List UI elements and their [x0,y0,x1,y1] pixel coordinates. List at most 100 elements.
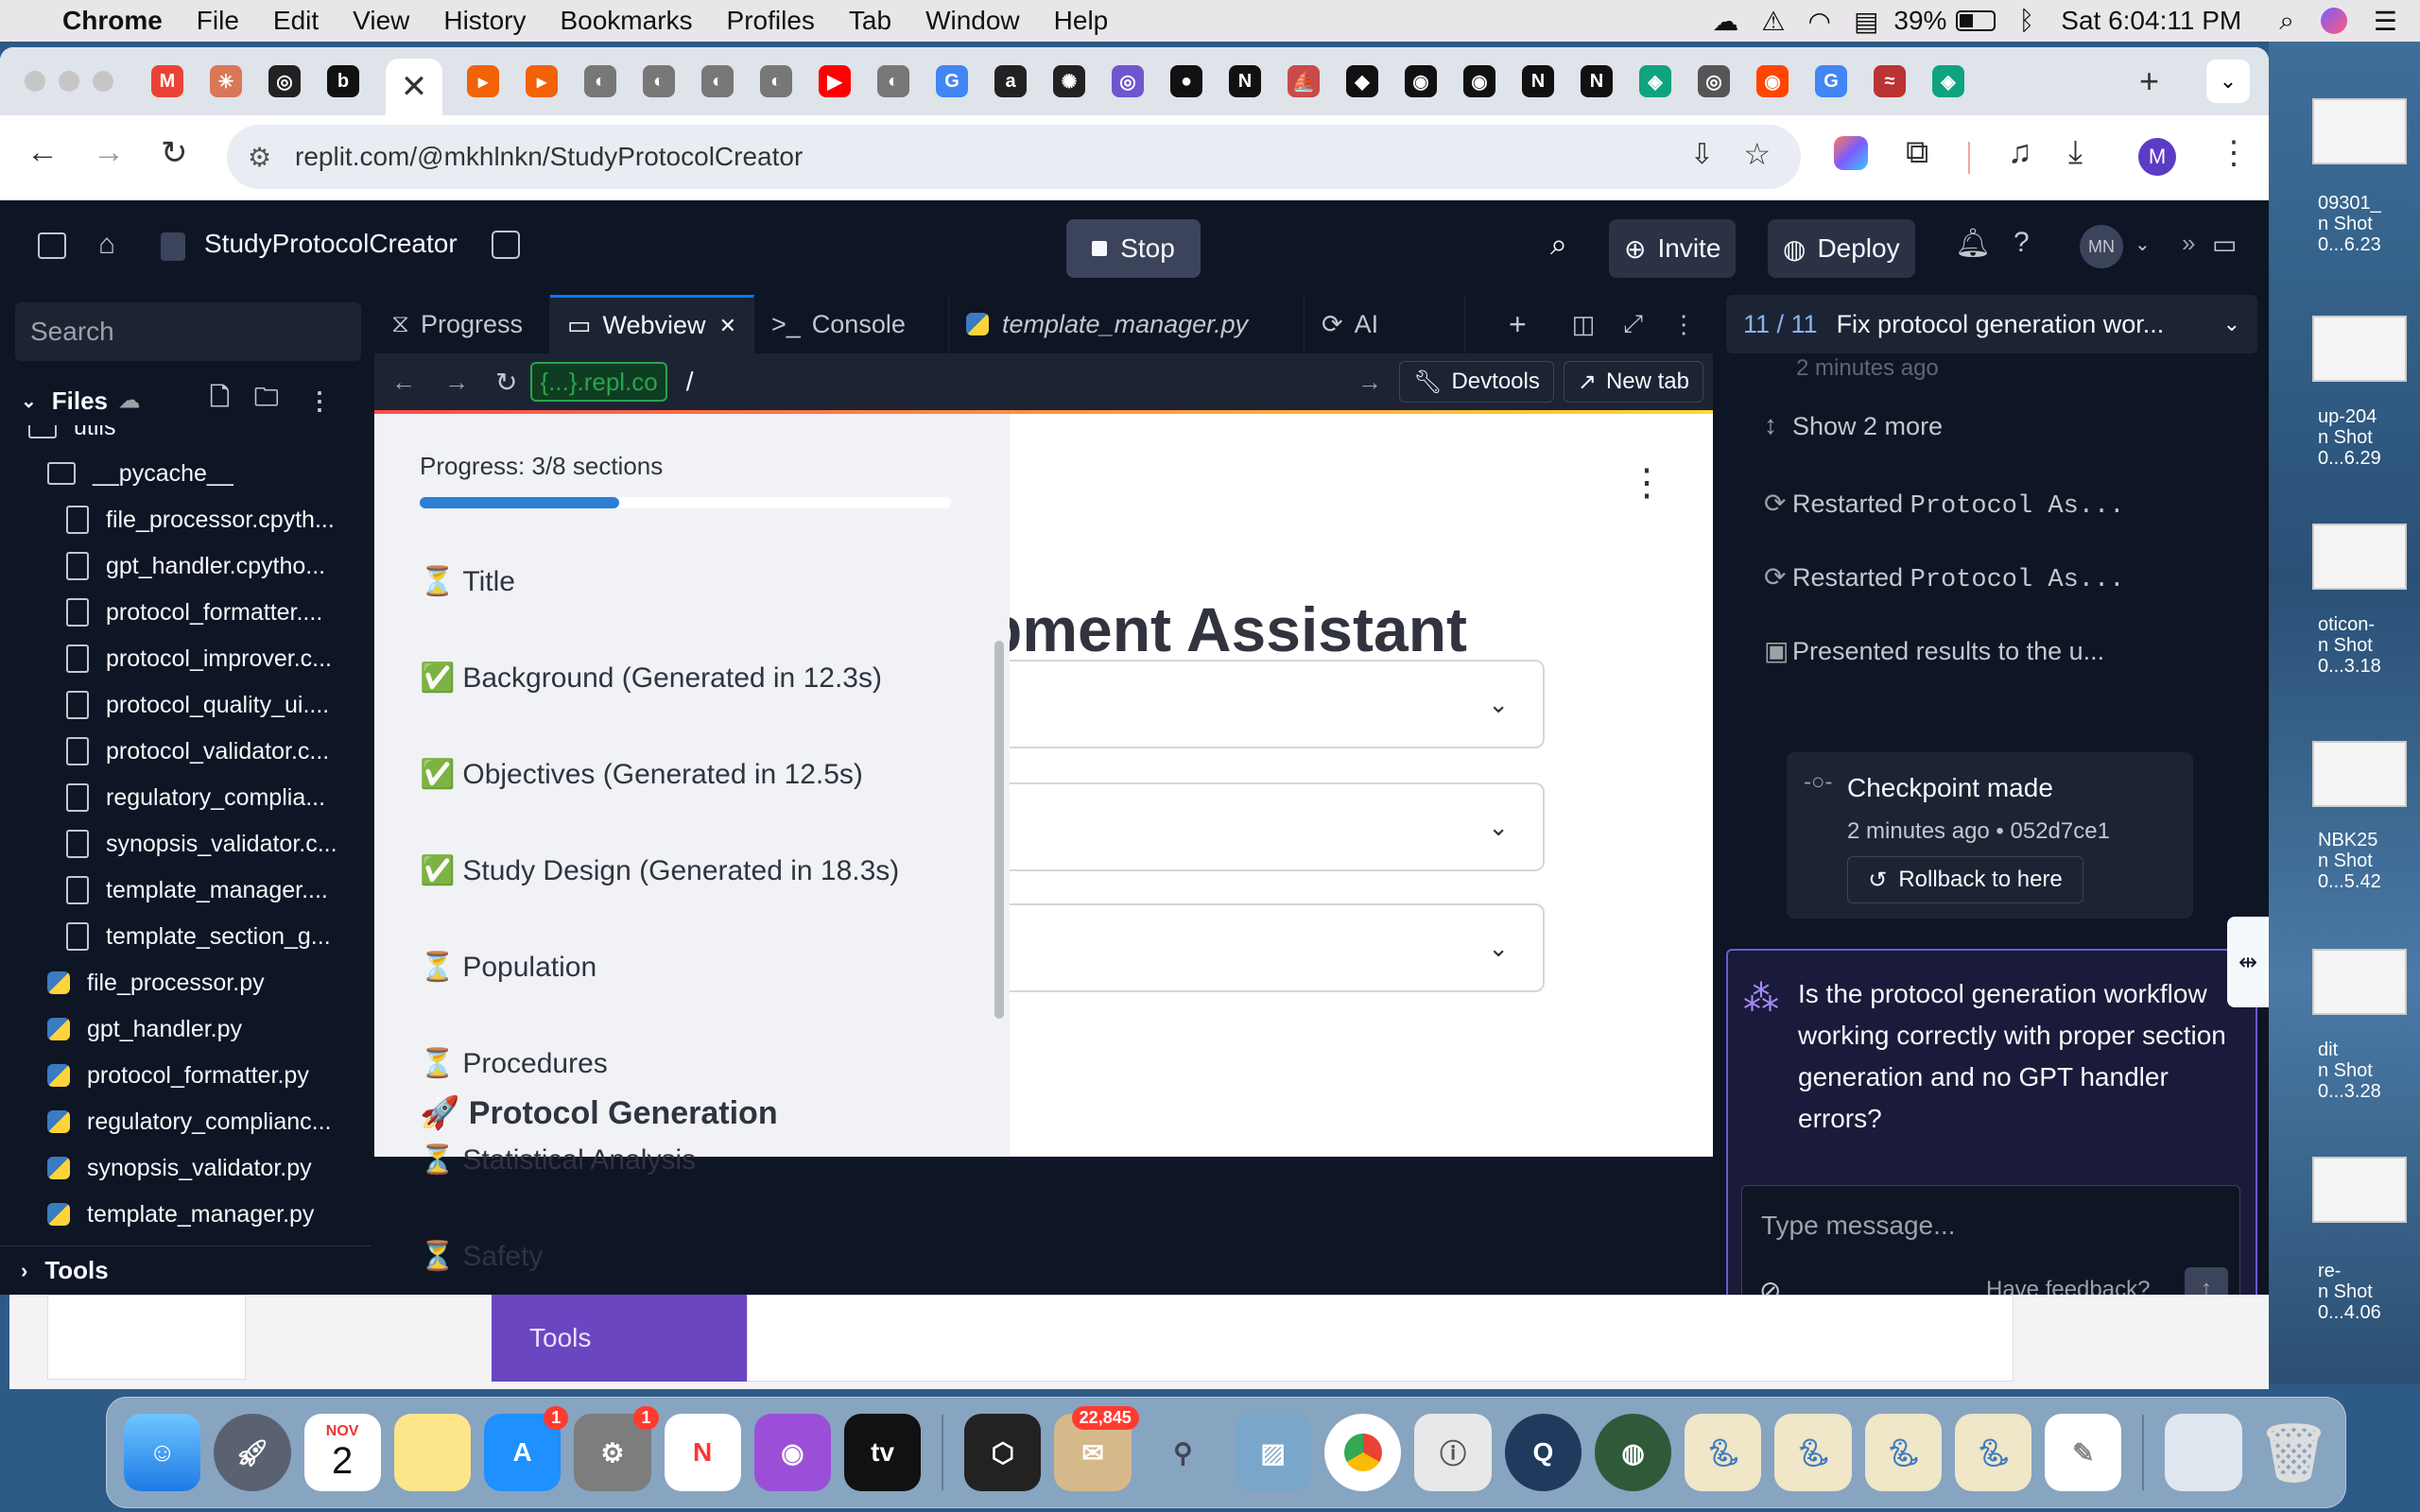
chat-icon[interactable]: ▭ [2212,229,2237,260]
search-icon[interactable]: ⌕ [1550,227,1567,263]
menu-history[interactable]: History [443,6,526,36]
maximize-icon[interactable]: ⤢ [1623,309,1643,339]
quicktime-icon[interactable]: Q [1504,1414,1582,1491]
help-icon[interactable]: ? [2014,227,2030,259]
attach-icon[interactable]: ⊘ [1759,1275,1781,1295]
zoom-window-button[interactable] [93,71,113,92]
tab-console[interactable]: >_ Console [754,295,949,353]
file-item[interactable]: protocol_formatter.... [66,590,371,635]
tab-favicon[interactable]: b [327,65,359,97]
cube-app-icon[interactable]: ⬡ [964,1414,1042,1491]
menu-view[interactable]: View [353,6,409,36]
message-input[interactable]: Type message... ⊘ Have feedback? ↑ [1741,1185,2240,1295]
disk-utility-icon[interactable]: ◍ [1594,1414,1672,1491]
webview-forward-icon[interactable]: → [444,368,469,397]
agent-thread-header[interactable]: 11 / 11 Fix protocol generation wor... ⌄ [1726,295,2257,353]
tab-favicon[interactable]: ▸ [526,65,558,97]
python-launcher-icon[interactable]: 🐍︎ [1864,1414,1942,1491]
tab-favicon[interactable]: ● [1170,65,1202,97]
tab-favicon[interactable]: ◎ [1112,65,1144,97]
extensions-icon[interactable]: ⧉ [1906,134,1928,171]
file-item[interactable]: synopsis_validator.py [47,1145,371,1191]
expander-2[interactable]: ⌄ [1010,782,1545,871]
tab-favicon[interactable]: ◐ [643,65,675,97]
profile-avatar[interactable]: M [2138,138,2176,176]
drag-handle-icon[interactable]: ⇹ [2227,917,2269,1007]
chrome-icon[interactable] [1324,1414,1402,1491]
home-icon[interactable]: ⌂ [98,229,115,261]
tab-favicon[interactable]: ◉ [1405,65,1437,97]
expander-1[interactable]: ⌄ [1010,660,1545,748]
tab-webview[interactable]: ▭ Webview ✕ [550,295,754,353]
reload-icon[interactable]: ↻ [161,134,188,172]
calendar-icon[interactable]: NOV 2 [303,1414,381,1491]
project-settings-icon[interactable] [492,231,520,259]
tab-favicon[interactable]: N [1581,65,1613,97]
files-header[interactable]: ⌄ Files ☁ 🗋︎ 🗀︎ ⋮ [0,376,371,425]
add-tab-icon[interactable]: + [1509,307,1527,342]
tab-favicon[interactable]: ◎ [1698,65,1730,97]
collapse-icon[interactable]: » [2182,229,2195,258]
split-pane-icon[interactable]: ◫ [1572,310,1596,339]
tab-favicon[interactable]: ◆ [1346,65,1378,97]
downloads-icon[interactable]: ⤓ [2068,134,2083,171]
mail-icon[interactable]: ✉ 22,845 [1054,1406,1139,1491]
tab-favicon[interactable]: ◐ [701,65,734,97]
folder-item[interactable]: __pycache__ [47,451,371,496]
battery-icon[interactable] [1956,10,1996,31]
agent-action[interactable]: Restarted Protocol As... [1792,490,2124,521]
trash-icon[interactable]: 🗑︎ [2256,1414,2332,1491]
tab-favicon[interactable]: ◎ [268,65,301,97]
python-launcher-icon[interactable]: 🐍︎ [1685,1414,1762,1491]
chrome-menu-icon[interactable]: ⋮ [2218,134,2250,172]
preview-icon[interactable]: ▨ [1234,1414,1312,1491]
new-file-icon[interactable]: 🗋︎ [210,380,230,421]
avatar-chevron-icon[interactable]: ⌄ [2135,232,2151,256]
python-launcher-icon[interactable]: 🐍︎ [1954,1414,2032,1491]
agent-action[interactable]: Restarted Protocol As... [1792,563,2124,594]
tab-favicon[interactable]: a [994,65,1027,97]
wifi-icon[interactable]: ◠ [1808,6,1831,37]
file-item[interactable]: gpt_handler.cpytho... [66,543,371,589]
file-item[interactable]: protocol_improver.c... [66,636,371,681]
show-more-link[interactable]: Show 2 more [1792,412,1943,441]
stop-button[interactable]: Stop [1066,219,1201,278]
menu-help[interactable]: Help [1054,6,1109,36]
sidebar-scrollbar[interactable] [994,641,1004,1019]
forward-icon[interactable]: → [93,134,125,171]
tab-favicon[interactable]: G [936,65,968,97]
tab-favicon[interactable]: ⛵ [1288,65,1320,97]
file-item[interactable]: file_processor.cpyth... [66,497,371,542]
address-bar[interactable]: ⚙ replit.com/@mkhlnkn/StudyProtocolCreat… [227,125,1801,189]
spotlight-icon[interactable]: ⌕ [2279,6,2294,37]
news-icon[interactable]: N [664,1414,741,1491]
sidebar-toggle-icon[interactable] [38,232,66,259]
active-tab[interactable]: ✕ [386,59,442,115]
tab-template-manager[interactable]: template_manager.py [949,295,1305,353]
python-launcher-icon[interactable]: 🐍︎ [1774,1414,1852,1491]
file-item[interactable]: protocol_validator.c... [66,729,371,774]
tab-favicon[interactable]: G [1815,65,1847,97]
chevron-down-icon[interactable]: ⌄ [2223,312,2240,336]
file-item[interactable]: template_manager.... [66,868,371,913]
tab-favicon[interactable]: ◉ [1463,65,1495,97]
cloud-icon[interactable]: ☁ [1712,6,1738,37]
desktop-file-thumb[interactable] [2312,949,2407,1015]
tab-favicon[interactable]: N [1522,65,1554,97]
tab-favicon[interactable]: ◉ [1756,65,1789,97]
rocket-typist-icon[interactable]: ⚲ [1145,1414,1221,1491]
app-menu-icon[interactable]: ⋮ [1628,461,1666,505]
menu-app-name[interactable]: Chrome [62,6,163,36]
close-tab-icon[interactable]: ✕ [401,68,428,106]
tab-favicon[interactable]: ◈ [1932,65,1964,97]
feedback-link[interactable]: Have feedback? [1986,1277,2150,1295]
desktop-file-thumb[interactable] [2312,524,2407,590]
new-tab-button[interactable]: ↗ New tab [1563,361,1703,403]
tab-favicon[interactable]: ◈ [1639,65,1671,97]
tab-favicon[interactable]: ✳ [210,65,242,97]
invite-button[interactable]: ⊕ Invite [1609,219,1737,278]
back-icon[interactable]: ← [26,134,59,171]
repl-domain-chip[interactable]: {...}.repl.co [530,362,667,402]
close-window-button[interactable] [25,71,45,92]
tab-favicon[interactable]: ≈ [1874,65,1906,97]
